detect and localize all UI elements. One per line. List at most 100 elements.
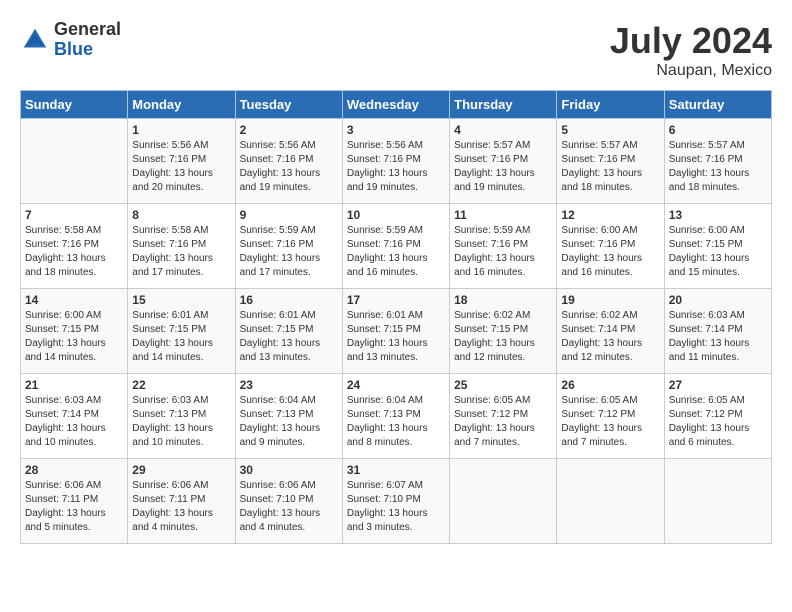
day-number: 25 <box>454 378 552 392</box>
calendar-cell: 14Sunrise: 6:00 AM Sunset: 7:15 PM Dayli… <box>21 289 128 374</box>
day-info: Sunrise: 6:01 AM Sunset: 7:15 PM Dayligh… <box>132 309 230 365</box>
day-info: Sunrise: 5:59 AM Sunset: 7:16 PM Dayligh… <box>347 224 445 280</box>
day-number: 6 <box>669 123 767 137</box>
day-info: Sunrise: 5:58 AM Sunset: 7:16 PM Dayligh… <box>132 224 230 280</box>
day-info: Sunrise: 5:59 AM Sunset: 7:16 PM Dayligh… <box>240 224 338 280</box>
day-info: Sunrise: 5:56 AM Sunset: 7:16 PM Dayligh… <box>240 139 338 195</box>
day-number: 3 <box>347 123 445 137</box>
calendar-cell: 7Sunrise: 5:58 AM Sunset: 7:16 PM Daylig… <box>21 204 128 289</box>
logo-text: General Blue <box>54 20 121 60</box>
calendar-cell: 24 Sunrise: 6:04 AM Sunset: 7:13 PM Dayli… <box>342 374 449 459</box>
day-info: Sunrise: 6:03 AM Sunset: 7:13 PM Dayligh… <box>132 394 230 450</box>
day-info: Sunrise: 6:03 AM Sunset: 7:14 PM Dayligh… <box>669 309 767 365</box>
day-number: 29 <box>132 463 230 477</box>
calendar-cell: 29 Sunrise: 6:06 AM Sunset: 7:11 PM Dayli… <box>128 459 235 544</box>
day-info: Sunrise: 6:01 AM Sunset: 7:15 PM Dayligh… <box>347 309 445 365</box>
week-row-2: 14Sunrise: 6:00 AM Sunset: 7:15 PM Dayli… <box>21 289 772 374</box>
day-number: 15 <box>132 293 230 307</box>
calendar-cell: 22 Sunrise: 6:03 AM Sunset: 7:13 PM Dayli… <box>128 374 235 459</box>
logo-general: General <box>54 19 121 39</box>
day-info: Sunrise: 5:57 AM Sunset: 7:16 PM Dayligh… <box>669 139 767 195</box>
day-info: Sunrise: 5:57 AM Sunset: 7:16 PM Dayligh… <box>454 139 552 195</box>
calendar-cell: 17 Sunrise: 6:01 AM Sunset: 7:15 PM Dayli… <box>342 289 449 374</box>
day-number: 17 <box>347 293 445 307</box>
day-info: Sunrise: 6:05 AM Sunset: 7:12 PM Dayligh… <box>454 394 552 450</box>
day-info: Sunrise: 6:05 AM Sunset: 7:12 PM Dayligh… <box>561 394 659 450</box>
calendar-cell: 13 Sunrise: 6:00 AM Sunset: 7:15 PM Dayli… <box>664 204 771 289</box>
day-number: 18 <box>454 293 552 307</box>
day-info: Sunrise: 6:00 AM Sunset: 7:16 PM Dayligh… <box>561 224 659 280</box>
day-number: 8 <box>132 208 230 222</box>
page-title: July 2024 <box>610 20 772 62</box>
day-number: 23 <box>240 378 338 392</box>
calendar-cell: 20Sunrise: 6:03 AM Sunset: 7:14 PM Dayli… <box>664 289 771 374</box>
day-info: Sunrise: 6:06 AM Sunset: 7:11 PM Dayligh… <box>25 479 123 535</box>
header-day-sunday: Sunday <box>21 91 128 119</box>
day-info: Sunrise: 6:06 AM Sunset: 7:10 PM Dayligh… <box>240 479 338 535</box>
day-info: Sunrise: 6:04 AM Sunset: 7:13 PM Dayligh… <box>347 394 445 450</box>
calendar-header: SundayMondayTuesdayWednesdayThursdayFrid… <box>21 91 772 119</box>
calendar-cell: 2 Sunrise: 5:56 AM Sunset: 7:16 PM Daylig… <box>235 119 342 204</box>
calendar-cell: 9 Sunrise: 5:59 AM Sunset: 7:16 PM Daylig… <box>235 204 342 289</box>
calendar-cell: 28 Sunrise: 6:06 AM Sunset: 7:11 PM Dayli… <box>21 459 128 544</box>
calendar-cell: 10 Sunrise: 5:59 AM Sunset: 7:16 PM Dayli… <box>342 204 449 289</box>
calendar-cell <box>21 119 128 204</box>
page-subtitle: Naupan, Mexico <box>610 62 772 80</box>
calendar-cell: 11 Sunrise: 5:59 AM Sunset: 7:16 PM Dayli… <box>450 204 557 289</box>
day-number: 24 <box>347 378 445 392</box>
calendar-cell: 27Sunrise: 6:05 AM Sunset: 7:12 PM Dayli… <box>664 374 771 459</box>
day-info: Sunrise: 6:00 AM Sunset: 7:15 PM Dayligh… <box>669 224 767 280</box>
day-info: Sunrise: 5:57 AM Sunset: 7:16 PM Dayligh… <box>561 139 659 195</box>
day-info: Sunrise: 5:58 AM Sunset: 7:16 PM Dayligh… <box>25 224 123 280</box>
calendar-cell: 15 Sunrise: 6:01 AM Sunset: 7:15 PM Dayli… <box>128 289 235 374</box>
calendar-cell: 18 Sunrise: 6:02 AM Sunset: 7:15 PM Dayli… <box>450 289 557 374</box>
day-info: Sunrise: 6:03 AM Sunset: 7:14 PM Dayligh… <box>25 394 123 450</box>
week-row-0: 1Sunrise: 5:56 AM Sunset: 7:16 PM Daylig… <box>21 119 772 204</box>
day-info: Sunrise: 6:06 AM Sunset: 7:11 PM Dayligh… <box>132 479 230 535</box>
day-number: 11 <box>454 208 552 222</box>
calendar-cell <box>450 459 557 544</box>
day-info: Sunrise: 5:56 AM Sunset: 7:16 PM Dayligh… <box>132 139 230 195</box>
calendar-cell <box>557 459 664 544</box>
calendar-cell: 12 Sunrise: 6:00 AM Sunset: 7:16 PM Dayli… <box>557 204 664 289</box>
logo-icon <box>20 25 50 55</box>
day-number: 16 <box>240 293 338 307</box>
header-row: SundayMondayTuesdayWednesdayThursdayFrid… <box>21 91 772 119</box>
day-number: 14 <box>25 293 123 307</box>
calendar-cell: 25 Sunrise: 6:05 AM Sunset: 7:12 PM Dayli… <box>450 374 557 459</box>
day-number: 27 <box>669 378 767 392</box>
calendar-body: 1Sunrise: 5:56 AM Sunset: 7:16 PM Daylig… <box>21 119 772 544</box>
day-number: 26 <box>561 378 659 392</box>
header-day-friday: Friday <box>557 91 664 119</box>
logo-blue: Blue <box>54 39 93 59</box>
day-number: 9 <box>240 208 338 222</box>
calendar-cell: 4Sunrise: 5:57 AM Sunset: 7:16 PM Daylig… <box>450 119 557 204</box>
day-number: 2 <box>240 123 338 137</box>
day-number: 12 <box>561 208 659 222</box>
day-number: 22 <box>132 378 230 392</box>
week-row-1: 7Sunrise: 5:58 AM Sunset: 7:16 PM Daylig… <box>21 204 772 289</box>
day-number: 13 <box>669 208 767 222</box>
day-number: 31 <box>347 463 445 477</box>
header-day-tuesday: Tuesday <box>235 91 342 119</box>
calendar-cell: 8 Sunrise: 5:58 AM Sunset: 7:16 PM Daylig… <box>128 204 235 289</box>
logo: General Blue <box>20 20 121 60</box>
calendar-cell: 16Sunrise: 6:01 AM Sunset: 7:15 PM Dayli… <box>235 289 342 374</box>
calendar-cell: 1Sunrise: 5:56 AM Sunset: 7:16 PM Daylig… <box>128 119 235 204</box>
week-row-4: 28 Sunrise: 6:06 AM Sunset: 7:11 PM Dayli… <box>21 459 772 544</box>
calendar-cell: 30Sunrise: 6:06 AM Sunset: 7:10 PM Dayli… <box>235 459 342 544</box>
day-number: 28 <box>25 463 123 477</box>
week-row-3: 21 Sunrise: 6:03 AM Sunset: 7:14 PM Dayli… <box>21 374 772 459</box>
day-info: Sunrise: 5:59 AM Sunset: 7:16 PM Dayligh… <box>454 224 552 280</box>
day-number: 5 <box>561 123 659 137</box>
header-day-monday: Monday <box>128 91 235 119</box>
day-info: Sunrise: 6:02 AM Sunset: 7:15 PM Dayligh… <box>454 309 552 365</box>
day-number: 21 <box>25 378 123 392</box>
header-day-wednesday: Wednesday <box>342 91 449 119</box>
title-block: July 2024 Naupan, Mexico <box>610 20 772 80</box>
calendar-cell: 31Sunrise: 6:07 AM Sunset: 7:10 PM Dayli… <box>342 459 449 544</box>
calendar-cell: 5 Sunrise: 5:57 AM Sunset: 7:16 PM Daylig… <box>557 119 664 204</box>
calendar-cell: 19Sunrise: 6:02 AM Sunset: 7:14 PM Dayli… <box>557 289 664 374</box>
day-number: 10 <box>347 208 445 222</box>
day-info: Sunrise: 6:02 AM Sunset: 7:14 PM Dayligh… <box>561 309 659 365</box>
